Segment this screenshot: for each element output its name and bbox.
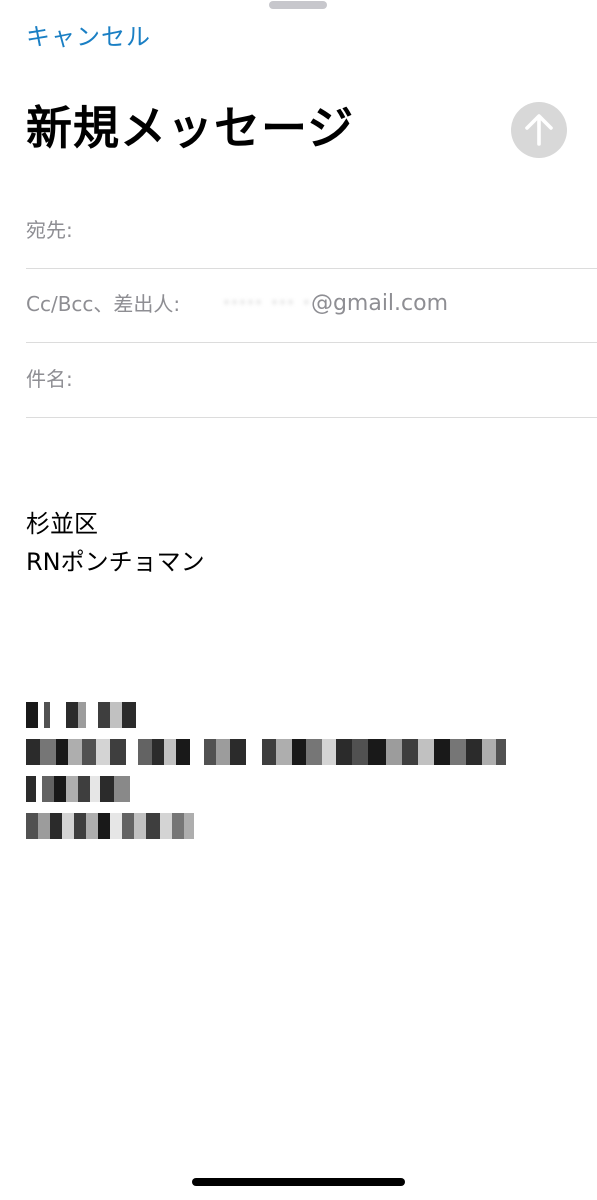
to-input[interactable]	[86, 213, 577, 249]
redacted-address-block	[26, 702, 506, 850]
from-email-redacted: ····· ··· ·	[223, 291, 311, 316]
signature-line: RNポンチョマン	[26, 548, 205, 576]
redacted-text-line	[26, 813, 194, 839]
send-button[interactable]	[511, 102, 567, 158]
to-label: 宛先:	[26, 218, 73, 242]
redacted-text-line	[26, 702, 136, 728]
signature-line: 杉並区	[26, 510, 98, 538]
cc-bcc-from-field[interactable]: Cc/Bcc、差出人: ····· ··· ·@gmail.com	[26, 269, 597, 343]
home-indicator[interactable]	[192, 1178, 405, 1186]
subject-input[interactable]	[86, 362, 577, 398]
redacted-text-line	[26, 776, 130, 802]
from-email[interactable]: ····· ··· ·@gmail.com	[223, 289, 448, 319]
arrow-up-icon	[525, 114, 553, 146]
redacted-text-line	[26, 739, 506, 765]
cancel-button[interactable]: キャンセル	[26, 20, 151, 54]
subject-field[interactable]: 件名:	[26, 344, 597, 418]
cc-bcc-from-label: Cc/Bcc、差出人:	[26, 292, 181, 316]
from-email-domain: @gmail.com	[310, 291, 449, 316]
sheet-grabber[interactable]	[269, 1, 327, 9]
to-field[interactable]: 宛先:	[26, 195, 597, 269]
message-body[interactable]: 杉並区 RNポンチョマン	[26, 505, 577, 581]
subject-label: 件名:	[26, 367, 73, 391]
page-title: 新規メッセージ	[26, 101, 355, 155]
